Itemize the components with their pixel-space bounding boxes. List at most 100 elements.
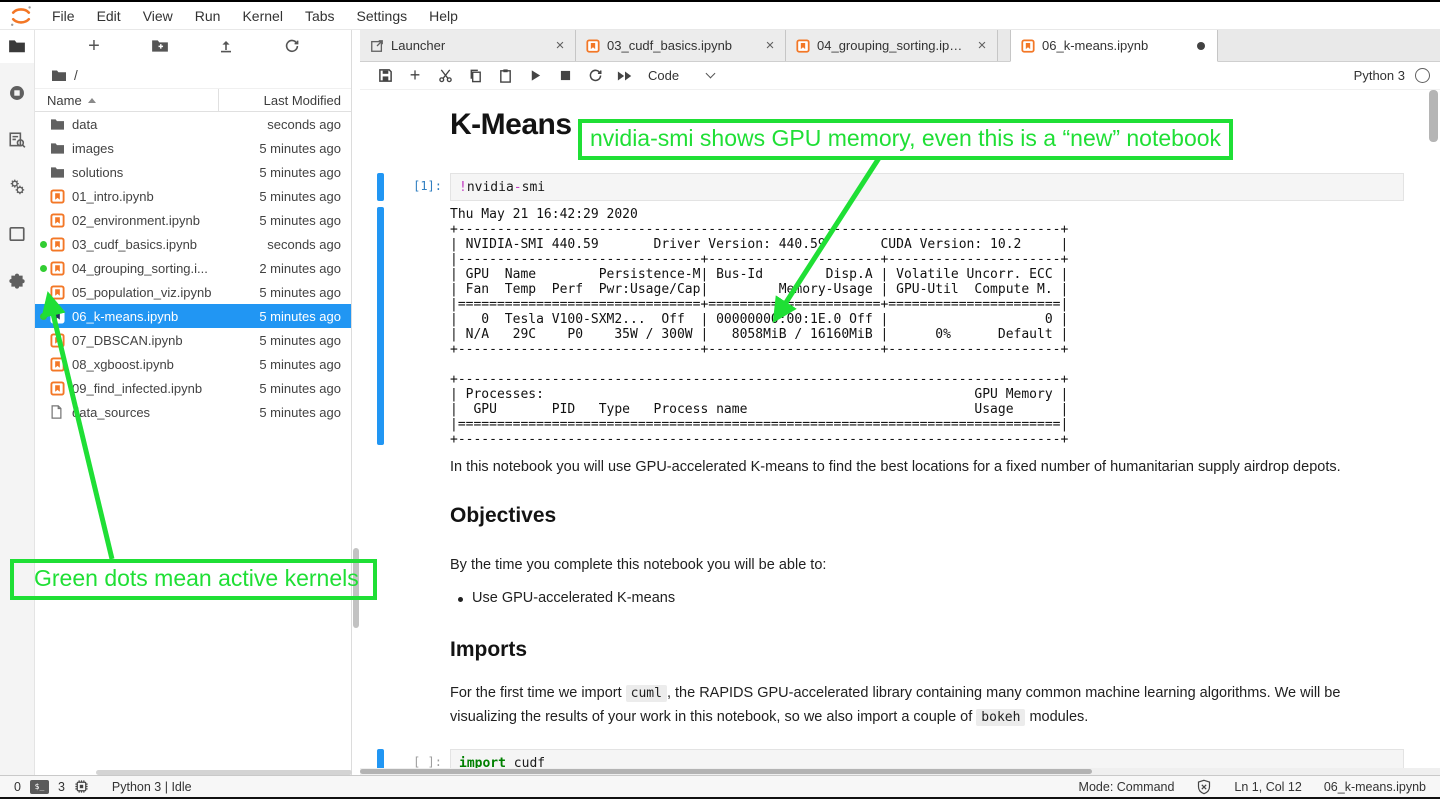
file-list-header: Name Last Modified — [35, 88, 351, 112]
notebook-icon — [50, 309, 65, 324]
copy-cells-button[interactable] — [460, 64, 490, 88]
save-button[interactable] — [370, 64, 400, 88]
file-row[interactable]: 09_find_infected.ipynb 5 minutes ago — [35, 376, 351, 400]
file-icon — [50, 405, 63, 419]
file-row[interactable]: 02_environment.ipynb 5 minutes ago — [35, 208, 351, 232]
interrupt-kernel-button[interactable] — [550, 64, 580, 88]
menu-run[interactable]: Run — [184, 8, 232, 24]
plus-icon: + — [88, 36, 100, 56]
notebook-toolbar: + Code — [360, 62, 1440, 90]
cell-type-dropdown[interactable]: Code — [648, 68, 714, 83]
folder-icon — [50, 166, 65, 179]
running-kernels-icon[interactable] — [7, 83, 27, 103]
file-browser-toolbar: + — [35, 30, 351, 62]
notebook-icon — [50, 333, 65, 348]
close-icon[interactable]: × — [553, 37, 567, 54]
notebook-icon — [50, 261, 65, 276]
menu-view[interactable]: View — [132, 8, 184, 24]
cursor-position[interactable]: Ln 1, Col 12 — [1234, 780, 1301, 794]
menu-help[interactable]: Help — [418, 8, 469, 24]
paste-icon — [498, 68, 513, 83]
file-row[interactable]: 04_grouping_sorting.i... 2 minutes ago — [35, 256, 351, 280]
menu-file[interactable]: File — [41, 8, 86, 24]
cell-execution-prompt: [ ]: — [360, 755, 442, 769]
file-browser-icon[interactable] — [7, 36, 27, 56]
kernel-count[interactable]: 3 — [58, 780, 65, 794]
menu-settings[interactable]: Settings — [346, 8, 419, 24]
inline-code-bokeh: bokeh — [976, 709, 1025, 726]
chevron-down-icon — [706, 69, 716, 79]
horizontal-scrollbar[interactable] — [360, 768, 1440, 775]
add-cell-button[interactable]: + — [400, 64, 430, 88]
file-row[interactable]: data seconds ago — [35, 112, 351, 136]
code-cell-input[interactable]: !nvidia-smi — [450, 173, 1404, 201]
trust-shield-icon[interactable] — [1196, 779, 1212, 795]
file-row[interactable]: 08_xgboost.ipynb 5 minutes ago — [35, 352, 351, 376]
notebook-title-heading: K-Means — [450, 108, 572, 142]
nvidia-smi-output: Thu May 21 16:42:29 2020 +--------------… — [450, 207, 1068, 447]
run-cell-button[interactable] — [520, 64, 550, 88]
close-icon[interactable]: × — [975, 37, 989, 54]
new-launcher-button[interactable]: + — [81, 34, 107, 58]
notebook-icon — [796, 39, 810, 53]
file-row[interactable]: 01_intro.ipynb 5 minutes ago — [35, 184, 351, 208]
file-row[interactable]: 03_cudf_basics.ipynb seconds ago — [35, 232, 351, 256]
tab-launcher[interactable]: Launcher × — [360, 30, 576, 61]
terminal-count[interactable]: 0 — [14, 780, 21, 794]
notebook-icon — [50, 381, 65, 396]
upload-button[interactable] — [213, 34, 239, 58]
new-folder-button[interactable] — [147, 34, 173, 58]
kernel-chip-icon[interactable] — [74, 779, 89, 794]
new-folder-icon — [151, 38, 169, 54]
active-kernel-dot — [40, 241, 47, 248]
menu-kernel[interactable]: Kernel — [231, 8, 293, 24]
objectives-bullet: Use GPU-accelerated K-means — [472, 590, 675, 606]
objectives-intro: By the time you complete this notebook y… — [450, 554, 1408, 577]
tab-03-cudf-basics[interactable]: 03_cudf_basics.ipynb × — [576, 30, 786, 61]
scissors-icon — [438, 68, 453, 83]
jupyter-logo-icon — [9, 4, 33, 28]
sort-ascending-icon — [88, 98, 96, 103]
kernel-name[interactable]: Python 3 — [1354, 68, 1405, 83]
file-row[interactable]: images 5 minutes ago — [35, 136, 351, 160]
intro-paragraph: In this notebook you will use GPU-accele… — [450, 456, 1408, 479]
file-row[interactable]: data_sources 5 minutes ago — [35, 400, 351, 424]
stop-icon — [560, 70, 571, 81]
close-icon[interactable]: × — [763, 37, 777, 54]
objectives-heading: Objectives — [450, 504, 556, 528]
open-tabs-icon[interactable] — [7, 224, 27, 244]
vertical-scrollbar-thumb[interactable] — [1429, 90, 1438, 142]
annotation-kernel-note: Green dots mean active kernels — [10, 559, 377, 600]
tab-bar: Launcher × 03_cudf_basics.ipynb × 04_gro… — [360, 30, 1440, 62]
tab-06-k-means[interactable]: 06_k-means.ipynb — [1010, 30, 1218, 62]
tab-04-grouping-sorting[interactable]: 04_grouping_sorting.ipynb × — [786, 30, 998, 61]
horizontal-scrollbar-thumb[interactable] — [360, 769, 1092, 774]
restart-kernel-button[interactable] — [580, 64, 610, 88]
menu-edit[interactable]: Edit — [86, 8, 132, 24]
kernel-status-text[interactable]: Python 3 | Idle — [112, 780, 192, 794]
paste-cells-button[interactable] — [490, 64, 520, 88]
status-bar: 0 $_ 3 Python 3 | Idle Mode: Command Ln … — [0, 775, 1440, 797]
column-header-modified[interactable]: Last Modified — [219, 93, 351, 108]
kernel-status-icon[interactable] — [1415, 68, 1430, 83]
command-palette-icon[interactable] — [7, 130, 27, 150]
menu-tabs[interactable]: Tabs — [294, 8, 346, 24]
file-row[interactable]: 07_DBSCAN.ipynb 5 minutes ago — [35, 328, 351, 352]
active-kernel-dot — [40, 313, 47, 320]
extension-manager-icon[interactable] — [7, 271, 27, 291]
home-folder-icon[interactable] — [51, 69, 67, 82]
cell-output-collapser[interactable] — [377, 207, 384, 445]
save-icon — [378, 68, 393, 83]
restart-run-all-button[interactable] — [610, 64, 640, 88]
file-row[interactable]: 05_population_viz.ipynb 5 minutes ago — [35, 280, 351, 304]
refresh-button[interactable] — [279, 34, 305, 58]
file-row-selected[interactable]: 06_k-means.ipynb 5 minutes ago — [35, 304, 351, 328]
run-icon — [529, 69, 542, 82]
breadcrumb-root[interactable]: / — [74, 68, 78, 83]
file-row[interactable]: solutions 5 minutes ago — [35, 160, 351, 184]
notebook-mode[interactable]: Mode: Command — [1079, 780, 1175, 794]
property-inspector-icon[interactable] — [7, 177, 27, 197]
column-header-name[interactable]: Name — [35, 89, 219, 111]
terminal-icon[interactable]: $_ — [30, 780, 49, 794]
cut-cells-button[interactable] — [430, 64, 460, 88]
